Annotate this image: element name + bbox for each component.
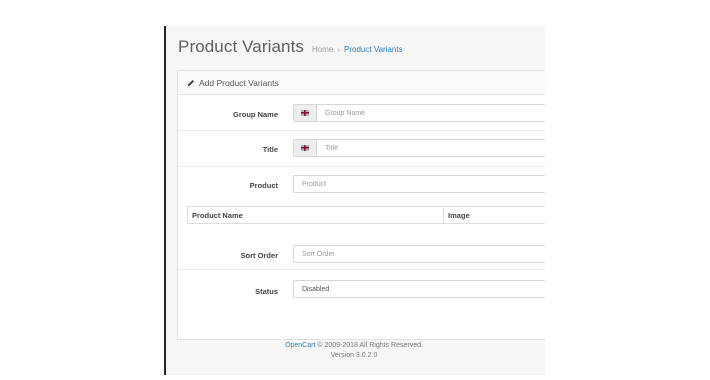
breadcrumb-separator: › (337, 45, 341, 54)
panel-heading: Add Product Variants (178, 71, 545, 95)
column-product-name: Product Name (188, 207, 444, 223)
group-name-row: Group Name Group Name (178, 96, 545, 131)
group-name-label: Group Name (232, 110, 278, 119)
sort-order-input[interactable]: Sort Order (294, 246, 545, 262)
flag-uk-icon (301, 145, 309, 151)
sidebar-edge (164, 26, 166, 375)
admin-window: Product Variants Home › Product Variants… (164, 26, 545, 375)
title-label: Title (262, 145, 278, 154)
breadcrumb: Home › Product Variants (312, 45, 403, 54)
product-row: Product Product (178, 167, 545, 201)
status-row: Status Disabled (178, 270, 545, 306)
pencil-icon (187, 79, 195, 86)
title-row: Title Title (178, 131, 545, 167)
footer-copyright: OpenCart © 2009-2018 All Rights Reserved… (163, 341, 545, 351)
language-addon (294, 105, 317, 121)
title-input[interactable]: Title (317, 140, 545, 156)
language-addon (294, 140, 317, 156)
product-label: Product (249, 181, 278, 190)
sort-order-label: Sort Order (240, 251, 278, 260)
status-select[interactable]: Disabled (294, 281, 545, 297)
column-image: Image (448, 210, 470, 220)
group-name-input-group: Group Name (293, 104, 545, 122)
status-label: Status (255, 287, 278, 296)
product-variant-table: Product Name Image (187, 206, 545, 224)
status-select-group: Disabled (293, 280, 545, 298)
flag-uk-icon (301, 110, 309, 116)
opencart-link[interactable]: OpenCart (285, 342, 315, 349)
sort-order-input-group: Sort Order (293, 245, 545, 263)
title-input-group: Title (293, 139, 545, 157)
product-input-group: Product (293, 175, 545, 193)
breadcrumb-current-link[interactable]: Product Variants (344, 45, 403, 54)
page-title: Product Variants (178, 37, 305, 56)
version-text: Version 3.0.2.0 (330, 352, 378, 359)
panel-title: Add Product Variants (199, 77, 279, 88)
footer: OpenCart © 2009-2018 All Rights Reserved… (163, 341, 545, 361)
group-name-input[interactable]: Group Name (317, 105, 545, 121)
form-panel: Add Product Variants Group Name Group Na… (177, 70, 545, 340)
sort-order-row: Sort Order Sort Order (178, 233, 545, 270)
product-autocomplete-input[interactable]: Product (294, 176, 545, 192)
page-header: Product Variants Home › Product Variants (178, 37, 403, 61)
breadcrumb-home-link[interactable]: Home (312, 45, 333, 54)
copyright-text: © 2009-2018 All Rights Reserved. (317, 342, 423, 349)
